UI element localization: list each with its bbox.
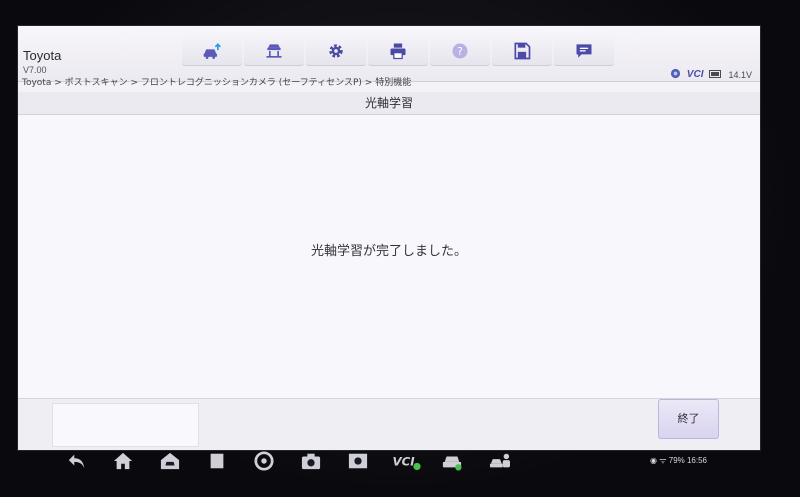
screen-record-button[interactable] [345,450,371,472]
vci-indicator: VCI [686,69,704,80]
system-status-text: 79% 16:56 [668,456,708,465]
brand-block: Toyota V7.00 [23,48,61,75]
chrome-icon [254,451,274,471]
recent-apps-icon [210,453,224,469]
home-icon [113,452,133,470]
camera-button[interactable] [298,450,324,472]
remote-expert-button[interactable] [487,450,513,472]
browser-button[interactable] [251,450,277,472]
app-version: V7.00 [23,65,47,75]
wifi-icon: ◉ ᯤ [650,456,667,465]
end-button[interactable]: 終了 [658,399,719,439]
battery-icon [709,69,722,81]
back-icon [68,454,85,469]
car-upload-button[interactable] [182,36,242,66]
screen-record-icon [348,453,368,469]
car-lift-button[interactable] [244,36,304,66]
car-home-icon [160,452,180,470]
gear-icon [329,44,343,58]
back-button[interactable] [64,450,90,472]
battery-voltage: 14.1V [728,69,752,80]
completion-message: 光軸学習が完了しました。 [310,244,467,259]
message-icon [576,44,592,58]
car-upload-icon [203,43,221,59]
recent-apps-button[interactable] [204,450,230,472]
system-status: ◉ ᯤ 79% 16:56 [650,455,707,466]
android-nav-bar: VCI ◉ ᯤ 79% 16:56 [50,448,740,476]
message-button[interactable] [554,36,614,66]
page-title: 光軸学習 [18,92,760,115]
app-screen: Toyota V7.00 ? VCI 14.1V Toyota > ポストスキャ… [18,26,760,450]
top-bar: Toyota V7.00 ? VCI 14.1V [18,26,760,82]
camera-icon [301,453,321,470]
toolbar: ? [182,36,616,66]
connection-icon [670,68,681,81]
status-area: VCI 14.1V [670,68,752,81]
car-lift-icon [266,44,282,58]
print-button[interactable] [368,36,428,66]
help-button[interactable]: ? [430,36,490,66]
remote-expert-icon [490,453,510,468]
vci-nav-icon: VCI [392,455,421,471]
vehicle-button[interactable] [439,450,465,472]
svg-text:VCI: VCI [392,455,415,469]
vehicle-icon [442,456,462,471]
footer-bar: 終了 [18,398,760,450]
app-name: Toyota [23,48,62,63]
content-area: 光軸学習が完了しました。 [18,115,760,398]
footer-info-field [52,403,199,447]
car-home-button[interactable] [157,450,183,472]
breadcrumb: Toyota > ポストスキャン > フロントレコグニッションカメラ (セーフテ… [22,78,412,88]
printer-icon [390,43,406,60]
save-icon [514,42,531,60]
vci-button[interactable]: VCI [390,450,424,472]
help-icon: ? [452,43,468,59]
save-button[interactable] [492,36,552,66]
settings-button[interactable] [306,36,366,66]
svg-text:?: ? [457,45,463,58]
home-button[interactable] [110,450,136,472]
